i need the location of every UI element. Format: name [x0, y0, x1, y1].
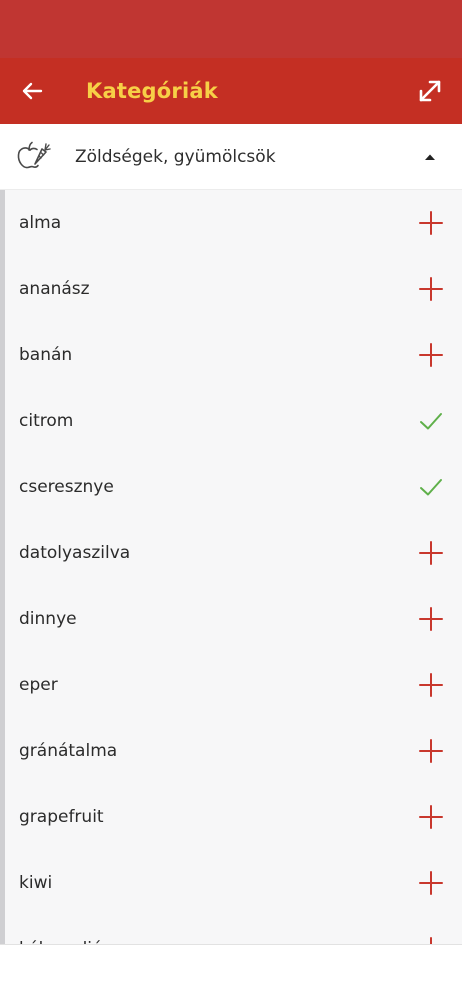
- plus-icon[interactable]: [418, 804, 444, 830]
- plus-icon[interactable]: [418, 342, 444, 368]
- list-item[interactable]: alma: [5, 190, 462, 256]
- list-item[interactable]: kiwi: [5, 850, 462, 916]
- expand-diagonal-icon: [419, 80, 441, 102]
- item-label: dinnye: [19, 609, 77, 629]
- category-header[interactable]: Zöldségek, gyümölcsök: [0, 124, 462, 190]
- item-label: banán: [19, 345, 73, 365]
- plus-icon[interactable]: [418, 276, 444, 302]
- item-label: eper: [19, 675, 58, 695]
- caret-up-icon[interactable]: [424, 153, 436, 161]
- list-item[interactable]: eper: [5, 652, 462, 718]
- list-item[interactable]: grapefruit: [5, 784, 462, 850]
- list-item[interactable]: banán: [5, 322, 462, 388]
- item-label: datolyaszilva: [19, 543, 131, 563]
- list-item[interactable]: cseresznye: [5, 454, 462, 520]
- fruit-vegetable-icon: [17, 141, 51, 169]
- plus-icon[interactable]: [418, 870, 444, 896]
- expand-button[interactable]: [412, 73, 448, 109]
- item-label: ananász: [19, 279, 90, 299]
- item-label: cseresznye: [19, 477, 114, 497]
- bottom-area: [0, 944, 462, 1000]
- page-title: Kategóriák: [86, 79, 218, 103]
- item-list[interactable]: alma ananász banán citrom cseresznye datolyas…: [0, 190, 462, 944]
- list-item[interactable]: citrom: [5, 388, 462, 454]
- plus-icon[interactable]: [418, 936, 444, 944]
- plus-icon[interactable]: [418, 606, 444, 632]
- list-item[interactable]: kókuszdió: [5, 916, 462, 944]
- item-label: gránátalma: [19, 741, 118, 761]
- list-item[interactable]: datolyaszilva: [5, 520, 462, 586]
- plus-icon[interactable]: [418, 540, 444, 566]
- item-label: kiwi: [19, 873, 53, 893]
- app-bar: Kategóriák: [0, 58, 462, 124]
- arrow-left-icon: [22, 82, 43, 100]
- back-button[interactable]: [14, 73, 50, 109]
- plus-icon[interactable]: [418, 210, 444, 236]
- category-label: Zöldségek, gyümölcsök: [75, 147, 276, 167]
- plus-icon[interactable]: [418, 672, 444, 698]
- status-bar: [0, 0, 462, 58]
- item-label: kókuszdió: [19, 936, 102, 944]
- list-item[interactable]: ananász: [5, 256, 462, 322]
- list-item[interactable]: dinnye: [5, 586, 462, 652]
- checkmark-icon[interactable]: [418, 408, 444, 434]
- list-item[interactable]: gránátalma: [5, 718, 462, 784]
- item-label: alma: [19, 213, 62, 233]
- checkmark-icon[interactable]: [418, 474, 444, 500]
- item-label: citrom: [19, 411, 74, 431]
- plus-icon[interactable]: [418, 738, 444, 764]
- screen: Kategóriák Zöldségek, gyümölcsök alma ana…: [0, 0, 462, 1000]
- item-label: grapefruit: [19, 807, 104, 827]
